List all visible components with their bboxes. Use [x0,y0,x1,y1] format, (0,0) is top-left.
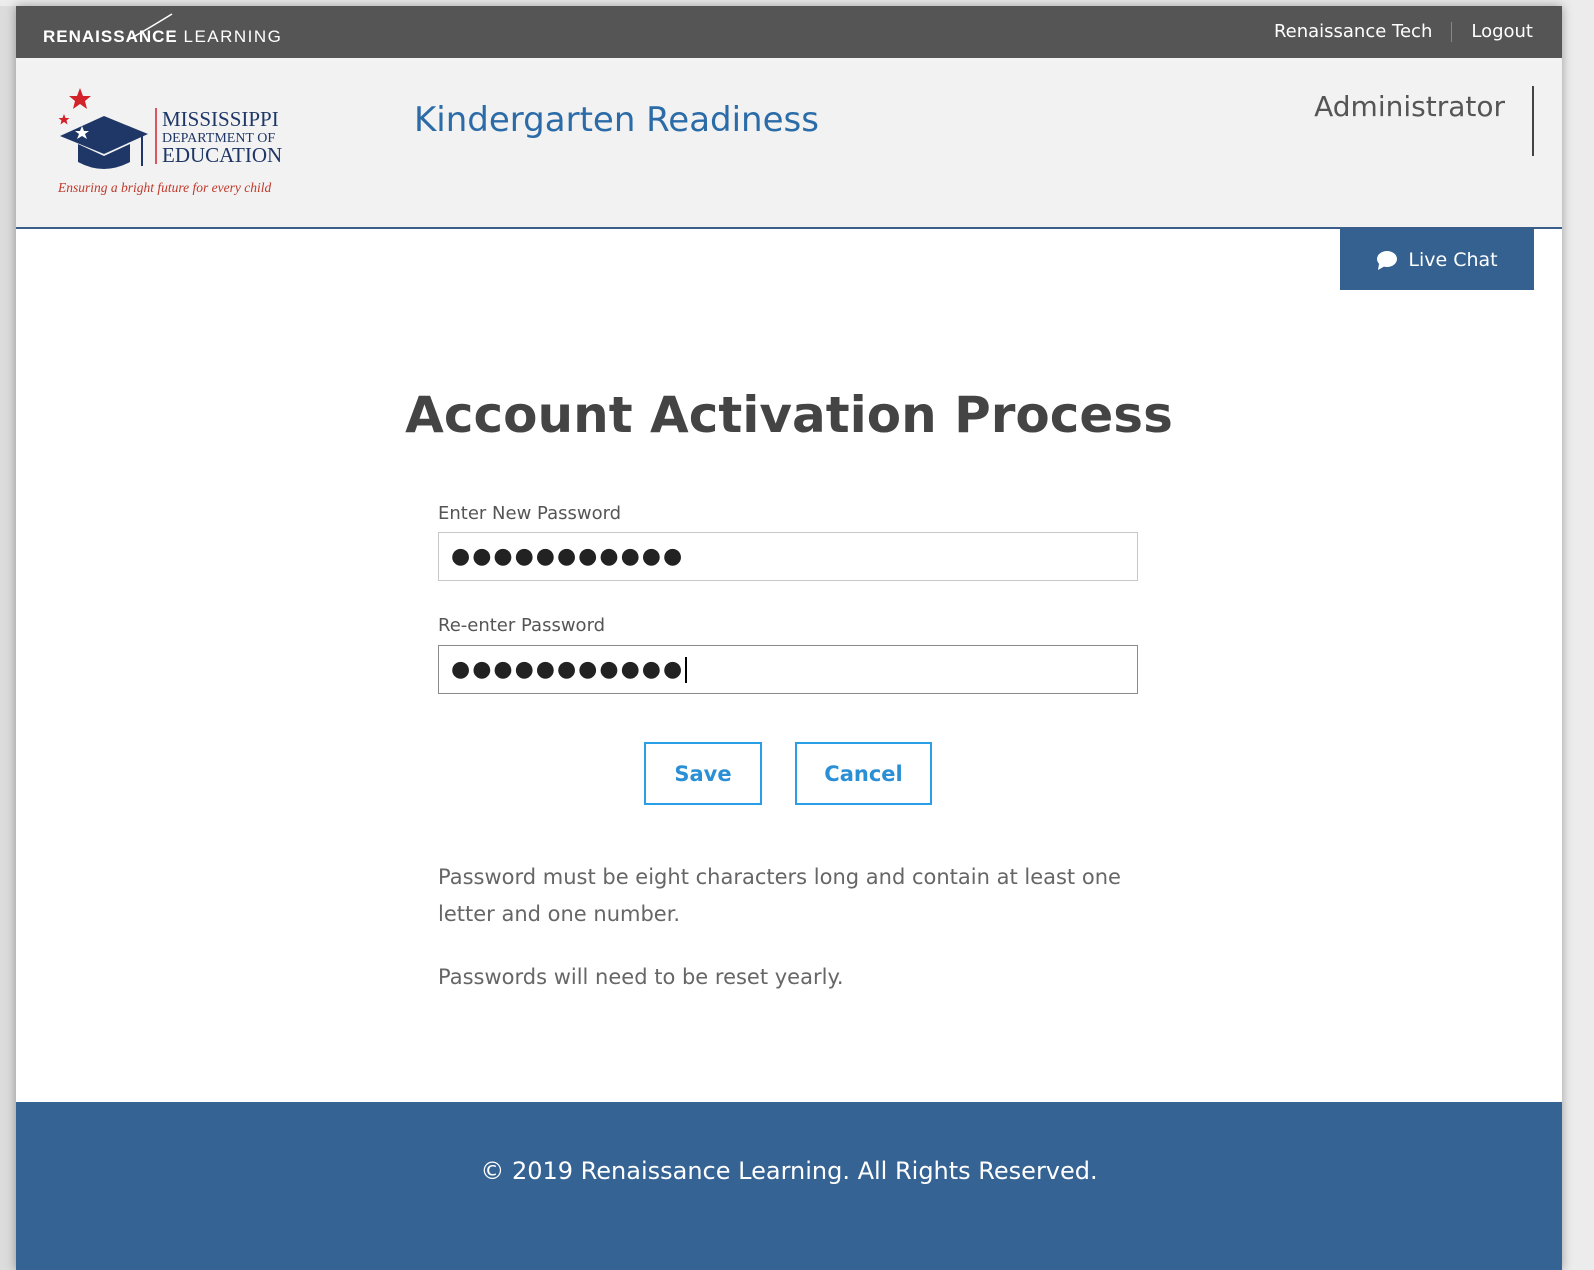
mississippi-doe-logo[interactable]: MISSISSIPPI DEPARTMENT OF EDUCATION Ensu… [56,84,301,204]
footer: © 2019 Renaissance Learning. All Rights … [16,1102,1562,1270]
graduation-cap-icon [60,116,148,154]
user-role: Administrator [1314,90,1505,123]
reenter-password-input[interactable]: ●●●●●●●●●●● [438,645,1138,694]
brand-swoosh-icon [127,13,173,41]
header-band: MISSISSIPPI DEPARTMENT OF EDUCATION Ensu… [16,58,1562,229]
live-chat-button[interactable]: Live Chat [1340,229,1534,290]
role-divider [1532,86,1534,156]
reenter-password-value: ●●●●●●●●●●● [451,657,685,682]
new-password-label: Enter New Password [438,503,622,524]
reenter-password-label: Re-enter Password [438,615,606,636]
logo-small-star-icon [58,114,70,125]
logo-tagline: Ensuring a bright future for every child [57,180,271,195]
chat-bubble-icon [1377,250,1398,270]
text-caret [685,656,688,683]
new-password-input[interactable]: ●●●●●●●●●●● [438,532,1138,581]
page-title: Account Activation Process [405,386,1173,444]
screen-edge-right [1562,0,1594,1270]
top-links-divider [1451,21,1453,42]
footer-copyright: © 2019 Renaissance Learning. All Rights … [480,1157,1098,1185]
cancel-button[interactable]: Cancel [795,742,932,805]
live-chat-label: Live Chat [1408,248,1498,271]
top-links: Renaissance Tech Logout [1274,21,1533,42]
app-title: Kindergarten Readiness [414,100,819,140]
user-name-link[interactable]: Renaissance Tech [1274,21,1432,42]
password-requirements-text: Password must be eight characters long a… [438,865,1121,926]
logo-line3: EDUCATION [162,143,282,167]
logo-line1: MISSISSIPPI [162,107,279,131]
logout-link[interactable]: Logout [1471,21,1533,42]
top-bar: RENAISSANCE LEARNING Renaissance Tech Lo… [16,6,1562,58]
browser-page: RENAISSANCE LEARNING Renaissance Tech Lo… [16,6,1562,1270]
new-password-value: ●●●●●●●●●●● [451,544,685,569]
save-button[interactable]: Save [644,742,762,805]
password-reset-note: Passwords will need to be reset yearly. [438,965,844,989]
brand-light-text: LEARNING [183,27,283,46]
logo-star-icon [69,88,91,109]
